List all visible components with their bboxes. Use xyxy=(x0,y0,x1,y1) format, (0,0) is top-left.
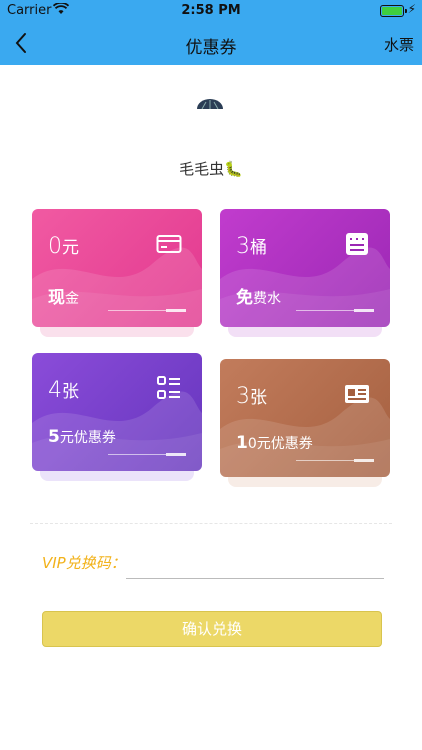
vip-code-label: VIP兑换码： xyxy=(42,554,126,572)
cash-card[interactable]: 0元 现金 xyxy=(32,209,202,337)
cash-unit: 元 xyxy=(62,238,79,258)
coupon10-label-rest: 0元优惠券 xyxy=(247,436,313,452)
status-bar: Carrier 2:58 PM ⚡ xyxy=(0,0,422,22)
free-water-card[interactable]: 3桶 免费水 xyxy=(220,209,390,337)
coupon5-unit: 张 xyxy=(62,382,79,402)
confirm-redeem-button[interactable]: 确认兑换 xyxy=(42,611,382,647)
nav-bar: 优惠券 水票 xyxy=(0,22,422,65)
water-label-bold: 免 xyxy=(236,288,253,308)
charging-bolt-icon: ⚡ xyxy=(407,2,416,16)
water-unit: 桶 xyxy=(250,238,267,258)
clock: 2:58 PM xyxy=(181,3,241,18)
divider xyxy=(30,523,392,524)
list-icon xyxy=(156,375,182,401)
water-amount: 3 xyxy=(236,234,250,259)
coupon-10-card[interactable]: 3张 10元优惠券 xyxy=(220,359,390,487)
card-icon xyxy=(156,231,182,257)
user-name: 毛毛虫🐛 xyxy=(179,160,243,178)
coupon10-unit: 张 xyxy=(250,388,267,408)
coupon10-amount: 3 xyxy=(236,384,250,409)
coupon5-label-rest: 元优惠券 xyxy=(59,430,116,446)
water-ticket-button[interactable]: 水票 xyxy=(384,34,414,55)
coupon5-label-bold: 5 xyxy=(48,427,60,447)
page-title: 优惠券 xyxy=(185,38,237,58)
water-label-rest: 费水 xyxy=(253,291,281,307)
battery-icon xyxy=(380,5,407,17)
top-bar: Carrier 2:58 PM ⚡ 优惠券 水票 xyxy=(0,0,422,65)
vip-code-input[interactable] xyxy=(126,548,384,579)
avatar[interactable] xyxy=(196,94,224,110)
cash-amount: 0 xyxy=(48,234,62,259)
coupon-5-card[interactable]: 4张 5元优惠券 xyxy=(32,353,202,481)
coupon5-amount: 4 xyxy=(48,378,62,403)
coupon10-label-bold: 1 xyxy=(236,433,248,453)
id-card-icon xyxy=(344,381,370,407)
ticket-icon xyxy=(344,231,370,257)
cash-label-rest: 金 xyxy=(65,291,79,307)
cash-label-bold: 现 xyxy=(48,288,65,308)
